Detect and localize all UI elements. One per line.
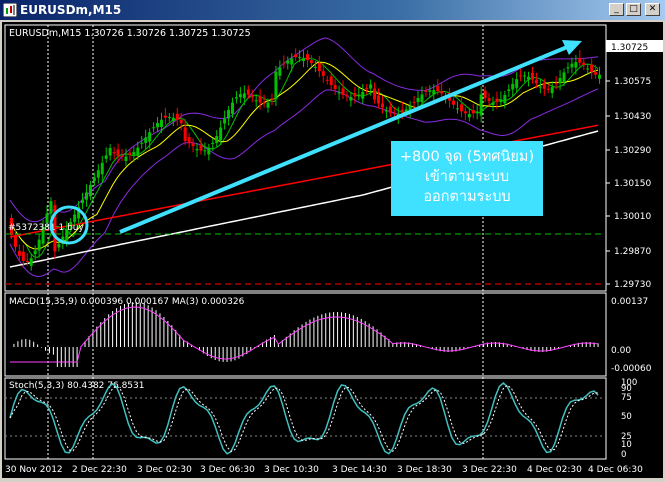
annotation-line-3: ออกตามระบบ <box>423 189 511 205</box>
time-axis-label: 3 Dec 14:30 <box>332 465 387 475</box>
time-axis-label: 4 Dec 06:30 <box>588 465 643 475</box>
price-axis-label: 1.30150 <box>614 179 651 189</box>
chart-window-icon <box>3 3 17 17</box>
window-title: EURUSDm,M15 <box>20 3 122 17</box>
macd-axis-label: 0.00137 <box>611 297 648 307</box>
macd-axis-label: -0.00060 <box>611 364 652 374</box>
annotation-line-1: +800 จุด (5ทศนิยม) <box>399 149 535 165</box>
order-label: #5372381 1 buy <box>8 223 84 233</box>
title-bar[interactable]: EURUSDm,M15 _ □ ✕ <box>0 0 665 20</box>
time-axis-label: 3 Dec 06:30 <box>200 465 255 475</box>
price-axis-label: 1.30430 <box>614 112 651 122</box>
close-button[interactable]: ✕ <box>645 3 660 16</box>
stochastic-lines <box>5 381 606 455</box>
macd-axis-label: 0.00 <box>611 346 631 356</box>
time-axis-label: 3 Dec 02:30 <box>137 465 192 475</box>
time-axis-label: 3 Dec 18:30 <box>397 465 452 475</box>
maximize-button[interactable]: □ <box>626 3 641 16</box>
stoch-axis-label: 75 <box>621 393 632 403</box>
stoch-header: Stoch(5,3,3) 80.4382 76.8531 <box>9 381 144 391</box>
macd-axis: 0.00137 0.00 -0.00060 <box>611 297 652 374</box>
stoch-axis: 10090755025100 <box>621 378 637 460</box>
time-axis-label: 2 Dec 22:30 <box>72 465 127 475</box>
chart-canvas[interactable]: #5372381 1 buy EURUSDm,M15 1.30726 1.307… <box>2 22 663 478</box>
time-axis-label: 4 Dec 02:30 <box>527 465 582 475</box>
stoch-axis-label: 50 <box>621 412 632 422</box>
time-axis: 30 Nov 2012 2 Dec 22:30 3 Dec 02:30 3 Dec 0… <box>5 465 643 475</box>
minimize-button[interactable]: _ <box>609 3 624 16</box>
annotation-line-2: เข้าตามระบบ <box>424 169 510 185</box>
chart-window: EURUSDm,M15 _ □ ✕ #5372381 1 buy EURUSDm… <box>0 0 665 480</box>
price-axis: 1.30575 1.30430 1.30290 1.30150 1.30010 1.298… <box>606 44 651 290</box>
macd-histogram <box>10 302 599 367</box>
macd-header: MACD(15,35,9) 0.000396 0.000167 MA(3) 0.… <box>9 297 245 307</box>
stoch-axis-label: 0 <box>621 450 626 460</box>
annotation-text: +800 จุด (5ทศนิยม) เข้าตามระบบ ออกตามระบ… <box>391 147 543 207</box>
price-axis-label: 1.30010 <box>614 212 651 222</box>
stoch-axis-label: 10 <box>621 440 632 450</box>
chart-header: EURUSDm,M15 1.30726 1.30726 1.30725 1.30… <box>9 28 251 39</box>
chart-svg[interactable]: #5372381 1 buy EURUSDm,M15 1.30726 1.307… <box>2 22 663 478</box>
price-axis-label: 1.30290 <box>614 146 651 156</box>
price-axis-label: 1.29730 <box>614 280 651 290</box>
time-axis-label: 3 Dec 22:30 <box>462 465 517 475</box>
time-axis-label: 30 Nov 2012 <box>5 465 63 475</box>
price-axis-label: 1.29870 <box>614 247 651 257</box>
price-axis-label: 1.30575 <box>614 77 651 87</box>
time-axis-label: 3 Dec 10:30 <box>264 465 319 475</box>
current-price-label: 1.30725 <box>611 43 648 53</box>
